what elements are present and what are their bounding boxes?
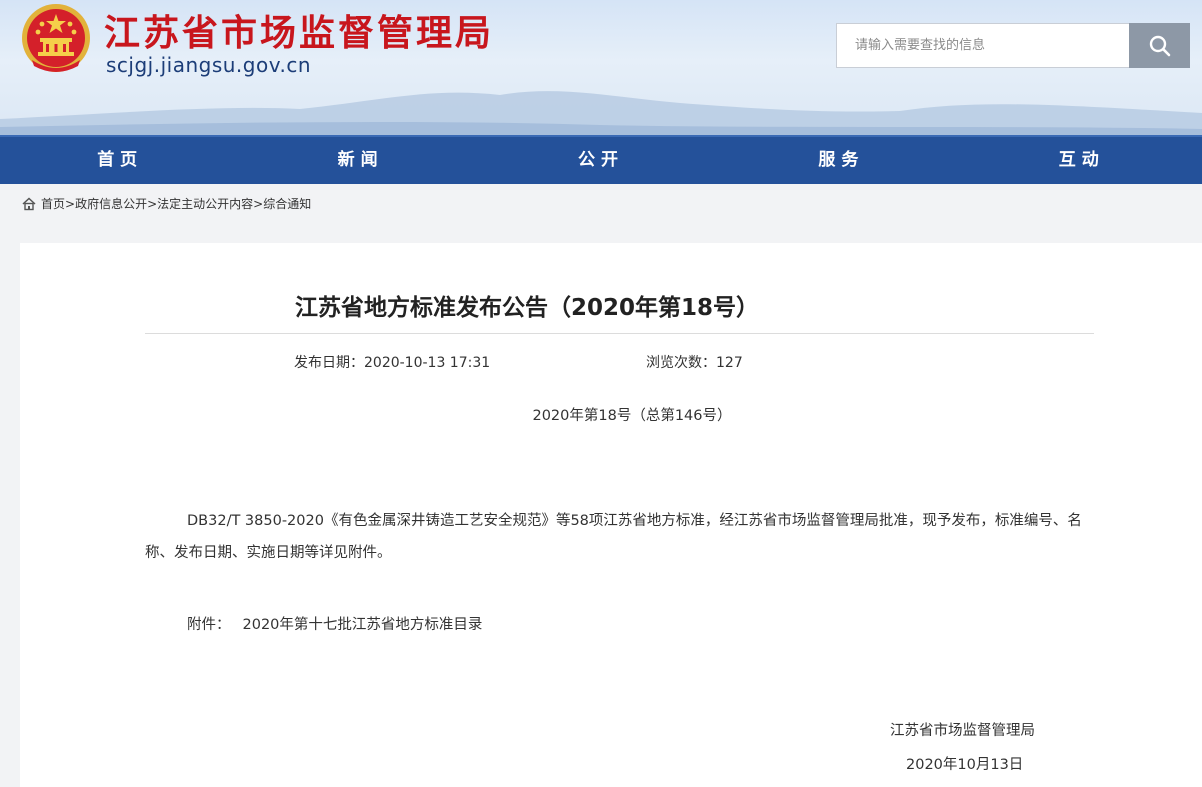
signature-date: 2020年10月13日: [906, 757, 1024, 773]
nav-item-public[interactable]: 公开: [481, 137, 721, 184]
article-title: 江苏省地方标准发布公告（2020年第18号）: [294, 295, 760, 321]
site-url: scjgj.jiangsu.gov.cn: [106, 53, 312, 77]
publish-date-value: 2020-10-13 17:31: [364, 355, 491, 371]
breadcrumb-separator: >: [65, 196, 76, 211]
search-button[interactable]: [1129, 23, 1190, 68]
home-icon: [22, 196, 36, 210]
main-nav: 首页 新闻 公开 服务 互动: [0, 135, 1202, 184]
breadcrumb-general-notice[interactable]: 综合通知: [263, 195, 311, 212]
view-count-label: 浏览次数：: [646, 355, 716, 371]
publish-date: 发布日期：2020-10-13 17:31: [294, 352, 490, 372]
attachment: 附件： 2020年第十七批江苏省地方标准目录: [187, 613, 482, 634]
nav-item-interact[interactable]: 互动: [962, 137, 1202, 184]
publish-date-label: 发布日期：: [294, 355, 364, 371]
view-count-value: 127: [716, 355, 743, 371]
breadcrumb: 首页 > 政府信息公开 > 法定主动公开内容 > 综合通知: [22, 195, 311, 212]
search-icon: [1149, 35, 1170, 56]
nav-item-home[interactable]: 首页: [0, 137, 240, 184]
site-title[interactable]: 江苏省市场监督管理局: [104, 4, 494, 56]
attachment-link[interactable]: 2020年第十七批江苏省地方标准目录: [243, 617, 483, 633]
article-body: DB32/T 3850-2020《有色金属深井铸造工艺安全规范》等58项江苏省地…: [145, 513, 1082, 561]
title-divider: [145, 333, 1094, 334]
breadcrumb-statutory[interactable]: 法定主动公开内容: [157, 195, 253, 212]
nav-item-news[interactable]: 新闻: [240, 137, 480, 184]
attachment-label: 附件：: [187, 617, 231, 633]
search-bar: [836, 23, 1190, 68]
site-header: 江苏省市场监督管理局 scjgj.jiangsu.gov.cn: [0, 0, 1202, 135]
national-emblem-icon[interactable]: [18, 2, 94, 76]
breadcrumb-gov-info[interactable]: 政府信息公开: [75, 195, 147, 212]
breadcrumb-home[interactable]: 首页: [41, 195, 65, 212]
mountain-background: [0, 91, 1202, 135]
breadcrumb-separator: >: [147, 196, 158, 211]
view-count: 浏览次数：127: [646, 352, 743, 372]
breadcrumb-separator: >: [253, 196, 264, 211]
signature: 江苏省市场监督管理局: [890, 723, 1035, 739]
article-card: 江苏省地方标准发布公告（2020年第18号） 发布日期：2020-10-13 1…: [20, 243, 1202, 787]
search-input[interactable]: [836, 23, 1129, 68]
nav-item-service[interactable]: 服务: [721, 137, 961, 184]
document-number: 2020年第18号（总第146号）: [532, 408, 732, 424]
